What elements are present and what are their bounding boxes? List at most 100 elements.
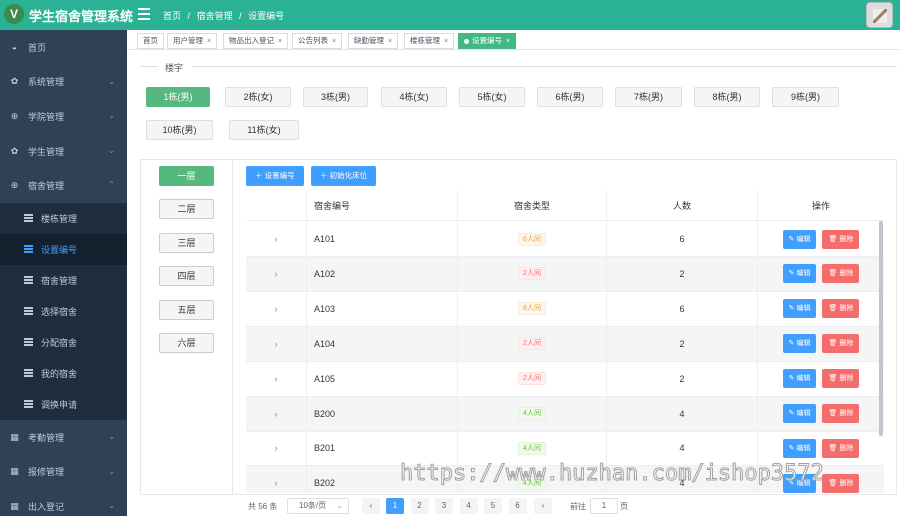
close-icon[interactable]: × <box>278 38 282 45</box>
edit-button[interactable]: ✎ 编辑 <box>782 264 817 284</box>
tab-4[interactable]: 缺勤管理 × <box>348 33 399 49</box>
divider <box>192 66 897 67</box>
page-size-select[interactable]: 10条/页 ⌄ <box>287 498 349 514</box>
room-type-tag: 6人间 <box>518 232 546 246</box>
prev-page-button[interactable]: ‹ <box>362 498 380 514</box>
sidebar-item[interactable]: ✿ 学生管理 ⌄ <box>0 134 127 169</box>
building-button[interactable]: 10栋(男) <box>146 120 213 140</box>
floor-button[interactable]: 五层 <box>159 299 214 320</box>
sidebar-item[interactable]: ◒ 首页 <box>0 30 127 65</box>
tab-2[interactable]: 物品出入登记 × <box>223 33 289 49</box>
edit-button[interactable]: ✎ 编辑 <box>782 404 817 423</box>
building-button[interactable]: 5栋(女) <box>459 87 525 107</box>
edit-button[interactable]: ✎ 编辑 <box>782 299 817 319</box>
edit-button[interactable]: ✎ 编辑 <box>782 369 817 389</box>
breadcrumb-separator: / <box>239 11 242 21</box>
pagination: 共 56 条 10条/页 ⌄ ‹ 1 2 3 4 5 6 › 前往 1 页 <box>248 498 888 514</box>
room-type-cell: 6人间 <box>458 291 607 326</box>
expand-icon[interactable]: › <box>246 361 307 396</box>
page-button[interactable]: 1 <box>386 498 404 514</box>
sidebar-item[interactable]: 分配宿舍 <box>0 326 127 358</box>
sidebar-item-label: 宿舍管理 <box>28 181 65 192</box>
sidebar-item[interactable]: ⊕ 宿舍管理 ⌃ <box>0 168 127 203</box>
delete-button[interactable]: 🗑 删除 <box>822 473 860 493</box>
chevron-down-icon: ⌄ <box>108 111 115 121</box>
tab-0[interactable]: 首页 <box>137 33 164 49</box>
expand-icon[interactable]: › <box>246 291 307 326</box>
tab-1[interactable]: 用户管理 × <box>167 33 218 49</box>
close-icon[interactable]: × <box>444 38 448 45</box>
sidebar-item[interactable]: 宿舍管理 <box>0 264 127 296</box>
floor-button[interactable]: 二层 <box>159 199 214 220</box>
page-button[interactable]: 5 <box>484 498 502 514</box>
expand-icon[interactable]: › <box>246 466 307 493</box>
page-button[interactable]: 3 <box>435 498 453 514</box>
expand-icon[interactable]: › <box>246 396 307 431</box>
page-button[interactable]: 2 <box>410 498 429 514</box>
floor-button[interactable]: 六层 <box>159 333 214 353</box>
delete-button[interactable]: 🗑 删除 <box>822 438 860 458</box>
sidebar-item[interactable]: ▦ 考勤管理 ⌄ <box>0 420 127 455</box>
page-button[interactable]: 4 <box>459 498 478 514</box>
sidebar-item[interactable]: ▦ 出入登记 ⌄ <box>0 489 127 516</box>
sidebar-item[interactable]: 我的宿舍 <box>0 357 127 389</box>
delete-label: 删除 <box>839 375 854 383</box>
table-header: 宿舍编号 宿舍类型 人数 操作 <box>246 191 884 221</box>
building-button[interactable]: 11栋(女) <box>229 120 299 140</box>
building-button[interactable]: 3栋(男) <box>303 87 368 107</box>
floor-button[interactable]: 三层 <box>159 232 214 253</box>
delete-button[interactable]: 🗑 删除 <box>822 334 860 354</box>
delete-button[interactable]: 🗑 删除 <box>822 369 860 389</box>
sidebar-item[interactable]: 调换申请 <box>0 388 127 420</box>
hamburger-icon[interactable] <box>138 8 150 20</box>
delete-button[interactable]: 🗑 删除 <box>822 264 860 284</box>
delete-button[interactable]: 🗑 删除 <box>822 299 860 319</box>
delete-button[interactable]: 🗑 删除 <box>822 404 860 423</box>
delete-button[interactable]: 🗑 删除 <box>822 229 860 249</box>
building-button[interactable]: 8栋(男) <box>694 87 760 107</box>
expand-icon[interactable]: › <box>246 431 307 466</box>
sidebar-item[interactable]: 楼栋管理 <box>0 202 127 234</box>
building-button[interactable]: 9栋(男) <box>772 87 839 107</box>
building-button[interactable]: 4栋(女) <box>381 87 447 107</box>
sidebar-item[interactable]: 选择宿舍 <box>0 295 127 327</box>
tab-3[interactable]: 公告列表 × <box>292 33 343 49</box>
building-button[interactable]: 6栋(男) <box>537 87 603 107</box>
close-icon[interactable]: × <box>207 38 211 45</box>
sidebar-item[interactable]: ▦ 报修管理 ⌄ <box>0 455 127 490</box>
sidebar-item[interactable]: ⊕ 学院管理 ⌄ <box>0 99 127 134</box>
close-icon[interactable]: × <box>506 38 510 45</box>
goto-input[interactable]: 1 <box>590 498 618 514</box>
avatar[interactable] <box>866 2 893 28</box>
sidebar-item[interactable]: 设置编号 <box>0 233 127 265</box>
goto-suffix: 页 <box>620 502 628 511</box>
expand-icon[interactable]: › <box>246 222 307 256</box>
floor-button[interactable]: 一层 <box>159 166 214 186</box>
init-beds-button[interactable]: ＋ 初始化床位 <box>311 166 377 186</box>
room-type-cell: 6人间 <box>458 222 607 256</box>
next-page-button[interactable]: › <box>534 498 552 514</box>
set-number-button[interactable]: ＋ 设置编号 <box>246 166 304 186</box>
tab-6[interactable]: 设置编号 × <box>458 33 517 49</box>
tab-5[interactable]: 楼栋管理 × <box>404 33 455 49</box>
trash-icon: 🗑 <box>828 479 840 487</box>
expand-icon[interactable]: › <box>246 326 307 361</box>
close-icon[interactable]: × <box>332 38 336 45</box>
building-button[interactable]: 7栋(男) <box>615 87 682 107</box>
breadcrumb-item-home[interactable]: 首页 <box>163 11 181 21</box>
close-icon[interactable]: × <box>388 38 392 45</box>
table-scrollbar[interactable] <box>879 221 883 436</box>
edit-button[interactable]: ✎ 编辑 <box>782 334 817 354</box>
edit-button[interactable]: ✎ 编辑 <box>782 229 817 249</box>
sidebar-item[interactable]: ✿ 系统管理 ⌄ <box>0 65 127 100</box>
floor-button[interactable]: 四层 <box>159 266 214 287</box>
building-button[interactable]: 1栋(男) <box>146 87 210 107</box>
edit-button[interactable]: ✎ 编辑 <box>782 438 817 458</box>
table-icon <box>24 276 33 285</box>
table-icon <box>24 245 33 254</box>
expand-icon[interactable]: › <box>246 256 307 291</box>
building-button[interactable]: 2栋(女) <box>225 87 291 107</box>
page-button[interactable]: 6 <box>508 498 527 514</box>
breadcrumb-item-dorm[interactable]: 宿舍管理 <box>197 11 233 21</box>
table-icon <box>24 214 33 223</box>
